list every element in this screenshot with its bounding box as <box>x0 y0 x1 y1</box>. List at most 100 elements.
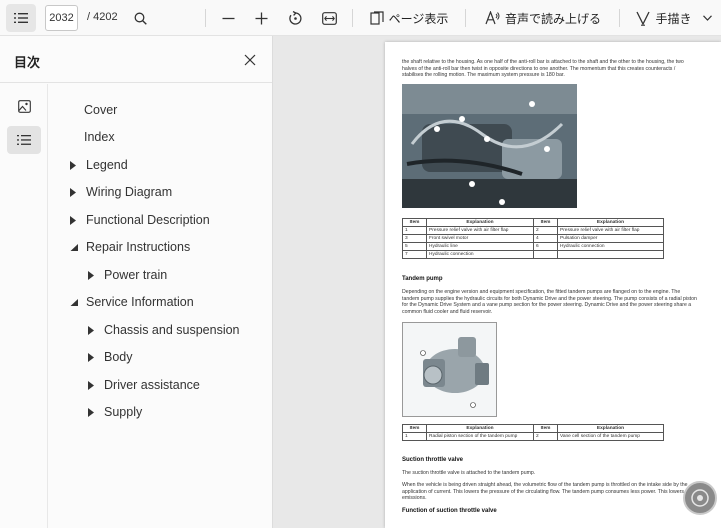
search-icon <box>134 12 147 25</box>
fit-width-icon <box>321 11 337 25</box>
page-number-input[interactable]: 2032 <box>45 5 78 31</box>
caret-right-icon[interactable] <box>86 325 96 335</box>
rotate-icon <box>288 10 302 25</box>
sidebar-rail <box>0 84 48 528</box>
suction-paragraph-1: The suction throttle valve is attached t… <box>402 470 536 476</box>
minus-icon <box>222 17 234 19</box>
toc-item-legend[interactable]: Legend <box>68 154 128 176</box>
toc-item-index[interactable]: Index <box>84 126 115 148</box>
read-aloud-icon <box>485 11 500 25</box>
toc-sidebar: 目次 Cover Index Legend Wiring Diagram Fun… <box>0 36 273 528</box>
caret-down-icon[interactable] <box>68 297 78 307</box>
toc-item-label: Cover <box>84 103 118 117</box>
thumbnails-tab[interactable] <box>7 92 41 120</box>
table-header: Explanation <box>557 218 664 227</box>
toolbar: 2032 / 4202 ページ表示 音声で読み上げる 手描き <box>0 0 721 36</box>
toc-item-label: Index <box>84 130 115 144</box>
table-row: 5 Hydraulic line 6 Hydraulic connection <box>402 242 664 251</box>
pump-sections-table: Item Explanation Item Explanation 1 Radia… <box>402 424 664 441</box>
toc-item-power-train[interactable]: Power train <box>86 264 167 286</box>
outline-tab[interactable] <box>7 126 41 154</box>
heading-suction-function: Function of suction throttle valve <box>402 508 497 514</box>
caret-right-icon[interactable] <box>68 160 78 170</box>
table-header: Explanation <box>557 424 664 433</box>
draw-label: 手描き <box>655 11 692 26</box>
table-header: Item <box>402 218 427 227</box>
toc-item-label: Wiring Diagram <box>86 185 173 199</box>
toolbar-divider <box>352 9 353 27</box>
heading-tandem-pump: Tandem pump <box>402 276 443 282</box>
pen-icon <box>636 11 651 26</box>
page-view-label: ページ表示 <box>388 11 449 26</box>
rotate-button[interactable] <box>283 4 307 32</box>
draw-button[interactable]: 手描き <box>630 4 698 32</box>
search-button[interactable] <box>128 4 152 32</box>
list-icon <box>14 13 28 23</box>
read-aloud-button[interactable]: 音声で読み上げる <box>478 4 608 32</box>
components-table: Item Explanation Item Explanation 1 Press… <box>402 218 664 259</box>
table-header: Explanation <box>426 218 534 227</box>
toolbar-divider <box>619 9 620 27</box>
plus-icon <box>255 12 267 24</box>
table-header: Item <box>533 218 558 227</box>
close-sidebar-button[interactable] <box>238 48 262 72</box>
page-total: / 4202 <box>87 11 118 23</box>
draw-options-button[interactable] <box>699 4 715 32</box>
image-icon <box>17 99 31 113</box>
read-aloud-label: 音声で読み上げる <box>504 11 601 26</box>
table-row: 1 Radial piston section of the tandem pum… <box>402 432 664 441</box>
toc-item-wiring-diagram[interactable]: Wiring Diagram <box>68 181 172 203</box>
toc-item-cover[interactable]: Cover <box>84 99 117 121</box>
caret-right-icon[interactable] <box>68 187 78 197</box>
close-icon <box>244 54 256 66</box>
floating-action-button[interactable] <box>683 481 717 515</box>
caret-right-icon[interactable] <box>86 270 96 280</box>
table-row: 7 Hydraulic connection <box>402 250 664 259</box>
toc-item-label: Repair Instructions <box>86 240 191 254</box>
intro-paragraph: the shaft relative to the housing. As on… <box>402 59 684 78</box>
table-header: Item <box>533 424 558 433</box>
caret-right-icon[interactable] <box>86 407 96 417</box>
tandem-pump-photo <box>402 322 497 417</box>
toc-item-body[interactable]: Body <box>86 346 133 368</box>
toc-item-driver-assistance[interactable]: Driver assistance <box>86 374 200 396</box>
toc-item-label: Service Information <box>86 295 194 309</box>
fit-page-button[interactable] <box>316 4 342 32</box>
caret-right-icon[interactable] <box>68 215 78 225</box>
toc-item-label: Body <box>104 350 133 364</box>
heading-suction-throttle: Suction throttle valve <box>402 457 464 463</box>
toc-item-functional-description[interactable]: Functional Description <box>68 209 210 231</box>
table-header: Item <box>402 424 427 433</box>
toc-toggle-button[interactable] <box>6 4 36 32</box>
table-header: Explanation <box>426 424 534 433</box>
toc-item-label: Chassis and suspension <box>104 323 240 337</box>
toc-item-label: Driver assistance <box>104 378 200 392</box>
toolbar-divider <box>465 9 466 27</box>
toc-item-chassis-and-suspension[interactable]: Chassis and suspension <box>86 319 240 341</box>
zoom-out-button[interactable] <box>216 4 240 32</box>
table-row: 3 Front swivel motor 4 Pulsation damper <box>402 234 664 243</box>
document-viewer[interactable]: the shaft relative to the housing. As on… <box>273 36 721 528</box>
toc-item-label: Supply <box>104 405 143 419</box>
assistant-icon <box>691 489 709 507</box>
list-icon <box>17 135 31 145</box>
toc-item-supply[interactable]: Supply <box>86 401 142 423</box>
suction-paragraph-2: When the vehicle is being driven straigh… <box>402 482 697 501</box>
sidebar-title: 目次 <box>14 55 41 70</box>
toc-item-service-information[interactable]: Service Information <box>68 291 194 313</box>
toc-item-repair-instructions[interactable]: Repair Instructions <box>68 236 190 258</box>
caret-right-icon[interactable] <box>86 380 96 390</box>
toolbar-divider <box>205 9 206 27</box>
caret-down-icon[interactable] <box>68 242 78 252</box>
page-view-button[interactable]: ページ表示 <box>362 4 456 32</box>
page-view-icon <box>370 11 384 25</box>
caret-right-icon[interactable] <box>86 352 96 362</box>
pdf-page: the shaft relative to the housing. As on… <box>385 42 721 528</box>
toc-item-label: Power train <box>104 268 168 282</box>
chevron-down-icon <box>702 15 712 21</box>
toc-item-label: Legend <box>86 158 128 172</box>
zoom-in-button[interactable] <box>249 4 273 32</box>
toc-item-label: Functional Description <box>86 213 210 227</box>
tandem-paragraph: Depending on the engine version and equi… <box>402 289 697 315</box>
sidebar-header: 目次 <box>0 36 272 83</box>
